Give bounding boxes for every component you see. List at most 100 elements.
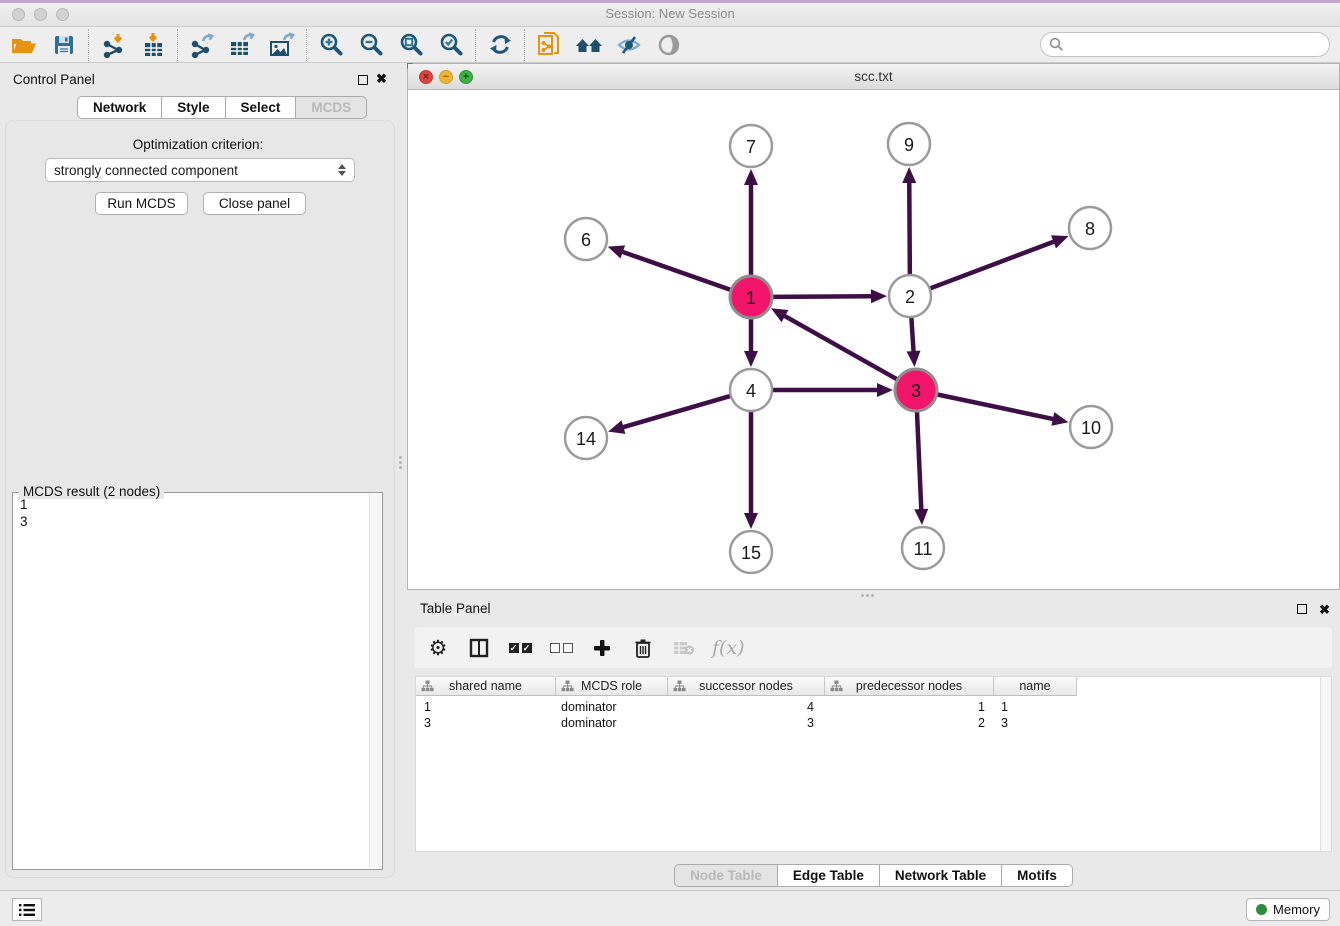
graph-edge-2-3[interactable] — [911, 316, 913, 354]
column-header-mcds-role[interactable]: MCDS role — [556, 677, 668, 695]
network-canvas[interactable]: 1234678910111415 — [408, 90, 1339, 589]
double-home-icon — [574, 33, 604, 57]
select-all-button[interactable]: ✓✓ — [507, 633, 533, 663]
tab-node-table[interactable]: Node Table — [674, 864, 778, 887]
show-all-button[interactable] — [649, 29, 689, 61]
mcds-result-scrollbar[interactable] — [369, 494, 381, 868]
control-panel-header: Control Panel ✖ — [0, 66, 396, 94]
float-panel-icon[interactable] — [358, 73, 368, 88]
delete-table-button[interactable] — [671, 633, 697, 663]
checked-boxes-icon: ✓✓ — [509, 643, 532, 653]
graph-edge-3-1[interactable] — [782, 315, 898, 381]
graph-edge-3-11[interactable] — [917, 410, 922, 512]
graph-edge-2-8[interactable] — [929, 241, 1057, 289]
clone-network-button[interactable] — [529, 29, 569, 61]
delete-column-button[interactable] — [630, 633, 656, 663]
cell-predecessor-nodes: 2 — [825, 716, 994, 732]
split-divider-handle[interactable] — [398, 456, 402, 470]
table-panel-tabs: Node Table Edge Table Network Table Moti… — [407, 864, 1340, 887]
column-header-predecessor-nodes[interactable]: predecessor nodes — [825, 677, 994, 695]
cell-name: 3 — [994, 716, 1077, 732]
tab-network[interactable]: Network — [77, 96, 162, 119]
table-row[interactable]: 3 dominator 3 2 3 — [416, 716, 1077, 732]
export-table-icon — [228, 32, 256, 58]
graph-node-label: 3 — [911, 381, 921, 401]
memory-button[interactable]: Memory — [1246, 898, 1330, 921]
graph-edge-4-14[interactable] — [621, 396, 732, 428]
graph-edge-arrowhead — [877, 383, 893, 397]
close-panel-icon[interactable]: ✖ — [1319, 605, 1330, 615]
zoom-selected-button[interactable] — [431, 29, 471, 61]
search-input[interactable] — [1064, 35, 1329, 55]
open-session-button[interactable] — [4, 29, 44, 61]
tab-motifs[interactable]: Motifs — [1002, 864, 1073, 887]
function-builder-button[interactable]: f(x) — [712, 633, 745, 663]
tab-mcds[interactable]: MCDS — [296, 96, 367, 119]
graph-node-label: 7 — [746, 137, 756, 157]
node-table: shared name MCDS role successor nodes pr… — [415, 676, 1332, 852]
float-panel-icon[interactable] — [1297, 602, 1307, 617]
export-network-button[interactable] — [182, 29, 222, 61]
list-icon — [18, 903, 36, 917]
memory-status-icon — [1256, 904, 1267, 915]
column-label: shared name — [449, 679, 522, 693]
deselect-all-button[interactable] — [548, 633, 574, 663]
close-panel-icon[interactable]: ✖ — [376, 74, 387, 84]
column-header-shared-name[interactable]: shared name — [416, 677, 556, 695]
memory-label: Memory — [1273, 902, 1320, 917]
tree-icon — [673, 680, 686, 692]
close-panel-button[interactable]: Close panel — [203, 192, 306, 215]
fit-content-button[interactable] — [391, 29, 431, 61]
node-table-header: shared name MCDS role successor nodes pr… — [416, 677, 1077, 696]
export-image-icon — [268, 32, 296, 58]
add-column-button[interactable] — [589, 633, 615, 663]
graph-edge-1-2[interactable] — [771, 296, 874, 297]
graph-edge-arrowhead — [744, 513, 758, 529]
tab-style[interactable]: Style — [162, 96, 225, 119]
graph-edge-3-10[interactable] — [936, 394, 1056, 419]
graph-edge-arrowhead — [1051, 412, 1068, 426]
hide-selected-button[interactable] — [609, 29, 649, 61]
import-table-button[interactable] — [133, 29, 173, 61]
table-scrollbar[interactable] — [1320, 677, 1331, 851]
zoom-out-button[interactable] — [351, 29, 391, 61]
export-image-button[interactable] — [262, 29, 302, 61]
first-neighbors-button[interactable] — [569, 29, 609, 61]
zoom-in-button[interactable] — [311, 29, 351, 61]
column-header-name[interactable]: name — [994, 677, 1077, 695]
run-mcds-button[interactable]: Run MCDS — [95, 192, 188, 215]
tab-network-table[interactable]: Network Table — [880, 864, 1002, 887]
plus-icon — [593, 639, 611, 657]
table-row[interactable]: 1 dominator 4 1 1 — [416, 700, 1077, 716]
graph-edge-arrowhead — [907, 351, 921, 367]
control-panel-title: Control Panel — [13, 72, 95, 87]
network-view-window: × − + scc.txt 1234678910111415 — [407, 63, 1340, 590]
tab-select[interactable]: Select — [226, 96, 297, 119]
import-network-button[interactable] — [93, 29, 133, 61]
table-panel-title: Table Panel — [420, 601, 491, 616]
eye-icon — [656, 33, 682, 57]
graph-edge-1-6[interactable] — [620, 251, 732, 290]
cell-mcds-role: dominator — [556, 716, 668, 732]
cell-shared-name: 3 — [416, 716, 556, 732]
task-history-button[interactable] — [12, 898, 42, 921]
graph-edge-2-9[interactable] — [909, 180, 910, 276]
export-table-button[interactable] — [222, 29, 262, 61]
column-header-successor-nodes[interactable]: successor nodes — [668, 677, 825, 695]
network-window-title: scc.txt — [408, 69, 1339, 84]
cell-successor-nodes: 3 — [668, 716, 825, 732]
criterion-dropdown[interactable]: strongly connected component — [45, 158, 355, 182]
table-options-button[interactable]: ⚙ — [425, 633, 451, 663]
save-session-button[interactable] — [44, 29, 84, 61]
column-visibility-button[interactable] — [466, 633, 492, 663]
toolbar-separator — [306, 29, 307, 61]
spinner-arrows-icon — [338, 164, 346, 176]
search-box[interactable] — [1040, 32, 1330, 57]
tab-edge-table[interactable]: Edge Table — [778, 864, 880, 887]
network-graph: 1234678910111415 — [408, 90, 1339, 588]
refresh-button[interactable] — [480, 29, 520, 61]
network-window-titlebar[interactable]: × − + scc.txt — [408, 64, 1339, 90]
graph-edge-arrowhead — [1051, 235, 1068, 248]
toolbar-separator — [524, 29, 525, 61]
toolbar-separator — [88, 29, 89, 61]
